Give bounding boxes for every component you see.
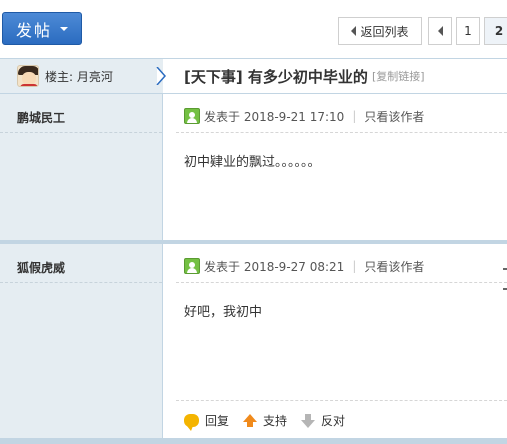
post-author-name[interactable]: 狐假虎威 <box>17 259 65 276</box>
thread-host[interactable]: 楼主: 月亮河 <box>0 59 163 93</box>
prev-page-button[interactable] <box>428 17 452 45</box>
support-label: 支持 <box>263 414 288 428</box>
pointer-arrow-icon <box>156 67 167 85</box>
new-post-button[interactable]: 发帖 <box>2 12 82 45</box>
view-author-only-link[interactable]: 只看该作者 <box>364 258 424 275</box>
post-date: 发表于 2018-9-21 17:10 <box>204 109 345 124</box>
separator: | <box>352 259 357 273</box>
thread-header: 楼主: 月亮河 [天下事] 有多少初中毕业的 [复制链接] <box>0 58 507 94</box>
thumb-down-arrow-icon <box>301 413 316 428</box>
post-author-name[interactable]: 鹏城民工 <box>17 109 65 126</box>
separator: | <box>352 109 357 123</box>
divider <box>0 132 162 133</box>
divider <box>176 282 507 283</box>
divider <box>176 400 507 401</box>
copy-link-button[interactable]: [复制链接] <box>372 68 425 84</box>
forum-thread-page: 发帖 返回列表 1 2 楼主: 月亮河 [天下事] 有多少初中毕业的 [复制链接… <box>0 0 507 444</box>
view-author-only-link[interactable]: 只看该作者 <box>364 108 424 125</box>
caret-down-icon <box>60 26 68 31</box>
page-2-current[interactable]: 2 <box>484 17 507 45</box>
back-to-list-label: 返回列表 <box>360 24 409 39</box>
arrow-left-icon <box>437 26 443 36</box>
new-post-label: 发帖 <box>15 20 52 40</box>
user-online-icon <box>184 258 200 274</box>
post-item: 狐假虎威 发表于 2018-9-27 08:21 | 只看该作者 好吧，我初中 … <box>0 244 507 442</box>
divider <box>176 132 507 133</box>
oppose-button[interactable]: 反对 <box>301 412 345 429</box>
reply-label: 回复 <box>205 414 230 428</box>
post-author-sidebar: 狐假虎威 <box>0 244 163 442</box>
oppose-label: 反对 <box>321 414 346 428</box>
reply-button[interactable]: 回复 <box>184 412 230 431</box>
divider <box>0 282 162 283</box>
arrow-left-icon <box>351 26 357 36</box>
post-author-sidebar: 鹏城民工 <box>0 94 163 240</box>
post-meta: 发表于 2018-9-27 08:21 | 只看该作者 <box>184 257 424 275</box>
page-1-link[interactable]: 1 <box>456 17 480 45</box>
post-meta: 发表于 2018-9-21 17:10 | 只看该作者 <box>184 107 424 125</box>
back-to-list-button[interactable]: 返回列表 <box>338 17 422 45</box>
thread-title: [天下事] 有多少初中毕业的 [复制链接] <box>184 59 425 93</box>
avatar-icon <box>17 65 39 87</box>
thread-host-label: 楼主: 月亮河 <box>45 69 113 84</box>
next-post-edge <box>0 438 507 444</box>
decorative-dot <box>503 268 507 270</box>
post-content: 初中肄业的飘过。。。。。。 <box>184 155 321 170</box>
support-button[interactable]: 支持 <box>243 412 287 429</box>
thumb-up-arrow-icon <box>243 413 258 427</box>
post-date: 发表于 2018-9-27 08:21 <box>204 259 345 274</box>
decorative-dot <box>503 288 507 290</box>
reply-icon <box>184 414 199 431</box>
user-online-icon <box>184 108 200 124</box>
post-actions: 回复 支持 反对 <box>184 412 359 431</box>
post-content: 好吧，我初中 <box>184 305 263 320</box>
post-item: 鹏城民工 发表于 2018-9-21 17:10 | 只看该作者 初中肄业的飘过… <box>0 94 507 244</box>
thread-title-text: [天下事] 有多少初中毕业的 <box>184 67 368 86</box>
